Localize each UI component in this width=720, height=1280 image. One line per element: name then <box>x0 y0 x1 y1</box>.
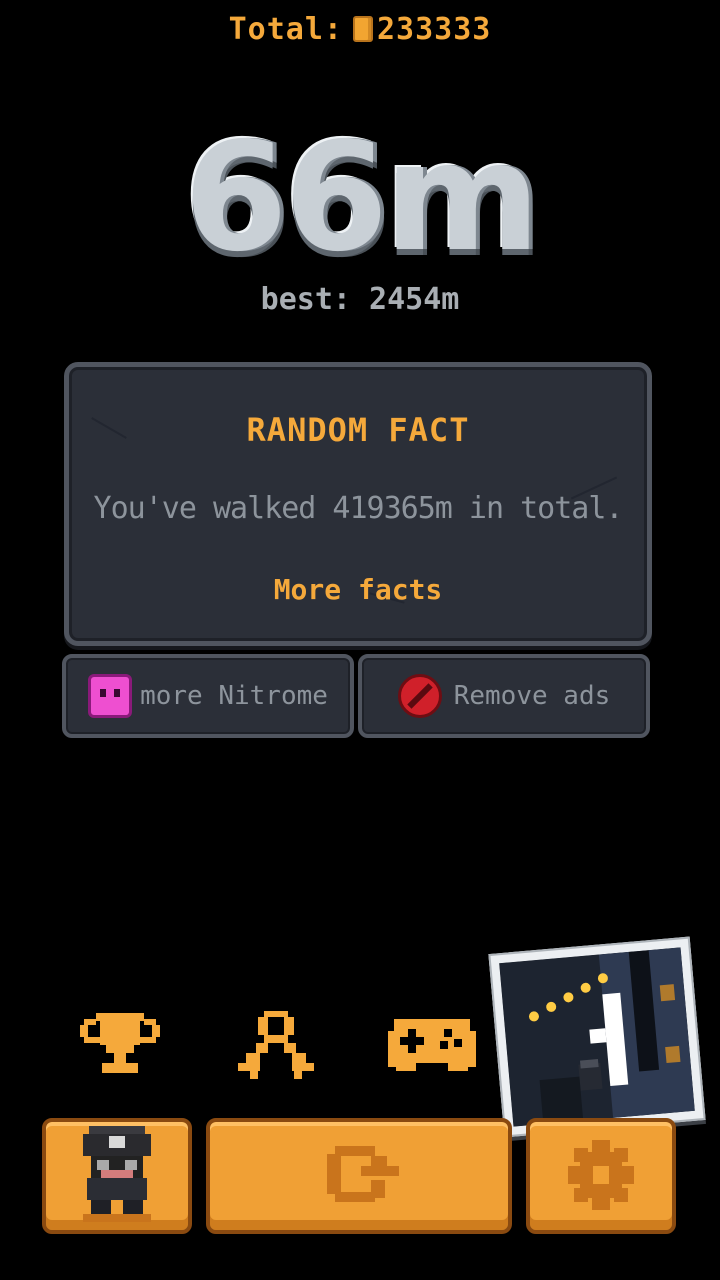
more-nitrome-button[interactable]: more Nitrome <box>62 654 354 738</box>
more-nitrome-label: more Nitrome <box>140 681 328 711</box>
medal-icon[interactable] <box>228 1005 324 1085</box>
no-ads-icon <box>397 674 442 718</box>
remove-ads-label: Remove ads <box>453 681 611 711</box>
retry-icon <box>327 1146 399 1202</box>
more-facts-button[interactable]: More facts <box>69 573 647 606</box>
fact-title: RANDOM FACT <box>246 411 470 449</box>
trophy-icon[interactable] <box>72 1005 168 1085</box>
gamepad-icon[interactable] <box>384 1005 480 1085</box>
remove-ads-button[interactable]: Remove ads <box>358 654 650 738</box>
settings-button[interactable] <box>526 1118 676 1234</box>
random-fact-panel: RANDOM FACT You've walked 419365m in tot… <box>64 362 652 646</box>
screenshot-share-card[interactable] <box>488 936 706 1138</box>
total-label: Total: <box>228 12 343 47</box>
fact-text: You've walked 419365m in total. <box>93 491 624 526</box>
coin-icon <box>353 16 373 42</box>
character-icon <box>83 1126 151 1222</box>
best-score: best: 2454m <box>260 282 460 317</box>
total-coins: Total: 233333 <box>0 12 720 47</box>
gear-icon <box>568 1140 634 1210</box>
total-value: 233333 <box>377 12 492 47</box>
game-over-screen: Total: 233333 66m best: 2454m RANDOM FACT… <box>0 0 720 1280</box>
character-button[interactable] <box>42 1118 192 1234</box>
nitrome-icon <box>88 674 133 718</box>
retry-button[interactable] <box>206 1118 512 1234</box>
distance-score: 66m <box>183 111 540 285</box>
gameplay-thumbnail <box>499 947 695 1127</box>
